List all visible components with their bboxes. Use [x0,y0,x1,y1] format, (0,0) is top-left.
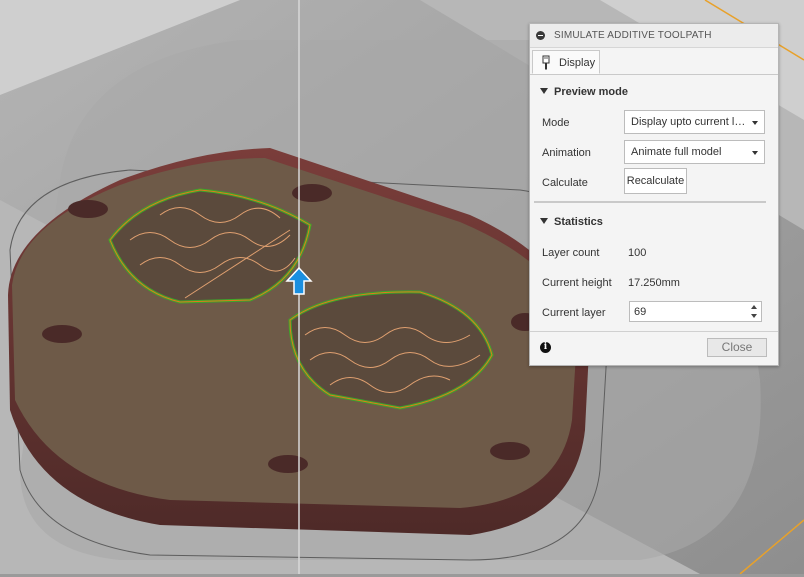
paint-brush-icon [542,55,550,70]
recalculate-button[interactable]: Recalculate [624,168,687,194]
dialog-title: SIMULATE ADDITIVE TOOLPATH [554,30,712,41]
mode-label: Mode [542,117,570,129]
triangle-down-icon [540,88,548,94]
preview-mode-header[interactable]: Preview mode [540,86,628,98]
mount-hole [42,325,82,343]
current-layer-stepper[interactable]: 69 [629,301,762,322]
current-layer-value[interactable]: 69 [634,306,646,318]
tab-display[interactable]: Display [532,50,600,74]
mount-hole [490,442,530,460]
preview-mode-heading: Preview mode [554,86,628,98]
tab-display-label: Display [559,57,596,69]
chevron-down-icon [752,151,758,155]
mount-hole [68,200,108,218]
simulate-additive-toolpath-dialog: SIMULATE ADDITIVE TOOLPATH Display Previ… [529,23,779,366]
mode-select-value: Display upto current layer [631,116,749,128]
close-button[interactable]: Close [707,338,767,357]
statistics-heading: Statistics [554,216,603,228]
animation-label: Animation [542,147,591,159]
tab-strip: Display [530,48,778,75]
triangle-down-icon [540,218,548,224]
dialog-titlebar[interactable]: SIMULATE ADDITIVE TOOLPATH [530,24,778,48]
statistics-header[interactable]: Statistics [540,216,603,228]
section-divider [534,201,766,203]
animation-select-value: Animate full model [631,146,722,158]
mount-hole [268,455,308,473]
chevron-down-icon [752,121,758,125]
layer-count-value: 100 [628,247,647,259]
mode-select[interactable]: Display upto current layer [624,110,765,134]
current-height-value: 17.250mm [628,277,680,289]
calculate-label: Calculate [542,177,588,189]
animation-select[interactable]: Animate full model [624,140,765,164]
layer-count-label: Layer count [542,247,600,259]
minus-circle-icon[interactable] [536,31,545,40]
footer-divider [530,331,778,332]
stepper-down-icon[interactable] [749,312,759,320]
mount-hole [292,184,332,202]
info-icon[interactable]: i [540,342,551,353]
current-layer-label: Current layer [542,307,606,319]
current-height-label: Current height [542,277,612,289]
stepper-up-icon[interactable] [749,303,759,311]
